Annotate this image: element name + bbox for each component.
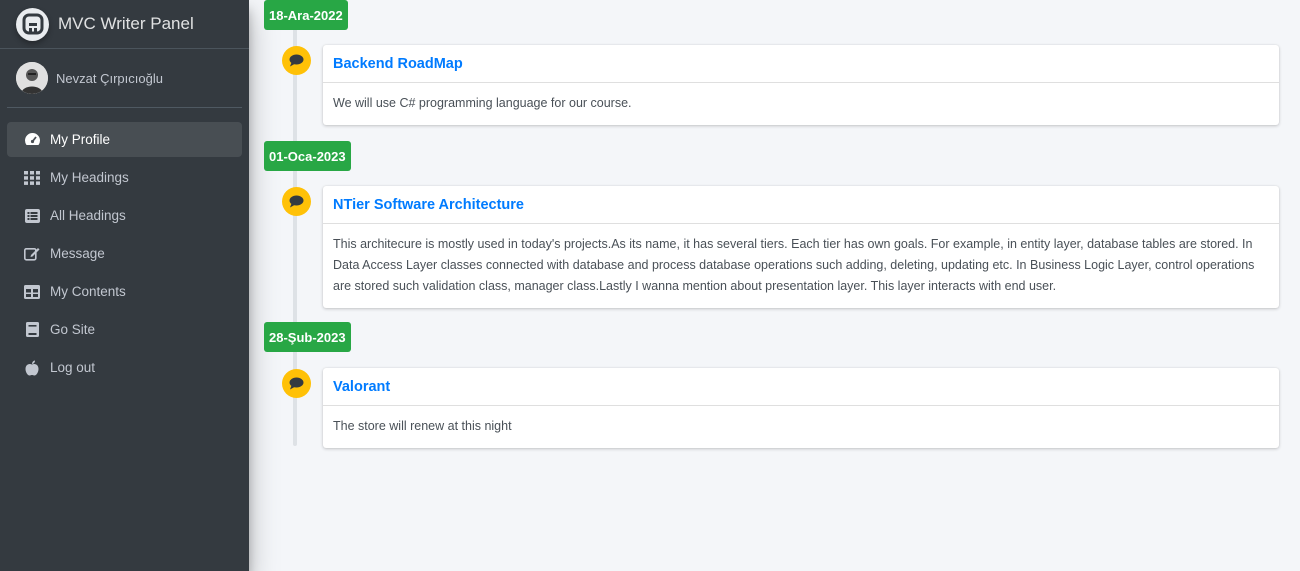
- book-icon: [23, 322, 41, 338]
- timeline-card: Valorant The store will renew at this ni…: [323, 368, 1279, 448]
- timeline-card-title-link[interactable]: Backend RoadMap: [333, 56, 463, 72]
- timeline-card-body: This architecure is mostly used in today…: [333, 237, 1255, 293]
- grid-icon: [23, 170, 41, 186]
- timeline-card: Backend RoadMap We will use C# programmi…: [323, 45, 1279, 125]
- sidebar-nav: My Profile My Headings All Headings Mess…: [0, 122, 249, 385]
- sidebar-item-label: My Headings: [50, 170, 129, 185]
- avatar: [16, 62, 48, 94]
- timeline-date-badge: 28-Şub-2023: [264, 322, 351, 352]
- timeline-card-title-link[interactable]: NTier Software Architecture: [333, 197, 524, 213]
- apple-icon: [23, 360, 41, 376]
- table-icon: [23, 284, 41, 300]
- brand-title: MVC Writer Panel: [58, 14, 194, 33]
- list-icon: [23, 208, 41, 224]
- sidebar-item-go-site[interactable]: Go Site: [7, 312, 242, 347]
- timeline-card-title-link[interactable]: Valorant: [333, 379, 390, 395]
- sidebar-item-label: Go Site: [50, 322, 96, 337]
- sidebar-item-my-contents[interactable]: My Contents: [7, 274, 242, 309]
- brand-link[interactable]: MVC Writer Panel: [0, 0, 249, 49]
- sidebar-item-my-headings[interactable]: My Headings: [7, 160, 242, 195]
- timeline-date-badge: 01-Oca-2023: [264, 141, 351, 171]
- user-name: Nevzat Çırpıcıoğlu: [56, 70, 163, 86]
- sidebar-item-label: Message: [50, 246, 105, 261]
- sidebar-item-message[interactable]: Message: [7, 236, 242, 271]
- timeline-card-body: The store will renew at this night: [333, 419, 512, 433]
- sidebar-item-log-out[interactable]: Log out: [7, 350, 242, 385]
- timeline-card-header: Backend RoadMap: [323, 45, 1279, 83]
- comment-icon: [282, 46, 311, 75]
- sidebar-item-label: All Headings: [50, 208, 126, 223]
- sidebar-item-my-profile[interactable]: My Profile: [7, 122, 242, 157]
- user-panel[interactable]: Nevzat Çırpıcıoğlu: [7, 49, 242, 108]
- sidebar-item-label: My Profile: [50, 132, 111, 147]
- timeline-card-body: We will use C# programming language for …: [333, 96, 632, 110]
- timeline-card-header: Valorant: [323, 368, 1279, 406]
- timeline-card-header: NTier Software Architecture: [323, 186, 1279, 224]
- tachometer-icon: [23, 132, 41, 148]
- sidebar-item-all-headings[interactable]: All Headings: [7, 198, 242, 233]
- timeline-card: NTier Software Architecture This archite…: [323, 186, 1279, 308]
- edit-icon: [23, 246, 41, 262]
- sidebar-item-label: Log out: [50, 360, 96, 375]
- comment-icon: [282, 369, 311, 398]
- timeline-date-badge: 18-Ara-2022: [264, 0, 348, 30]
- brand-logo-icon: [16, 7, 49, 41]
- sidebar: MVC Writer Panel Nevzat Çırpıcıoğlu My P…: [0, 0, 249, 571]
- comment-icon: [282, 187, 311, 216]
- sidebar-item-label: My Contents: [50, 284, 126, 299]
- timeline: 18-Ara-2022 Backend RoadMap We will use …: [249, 0, 1300, 571]
